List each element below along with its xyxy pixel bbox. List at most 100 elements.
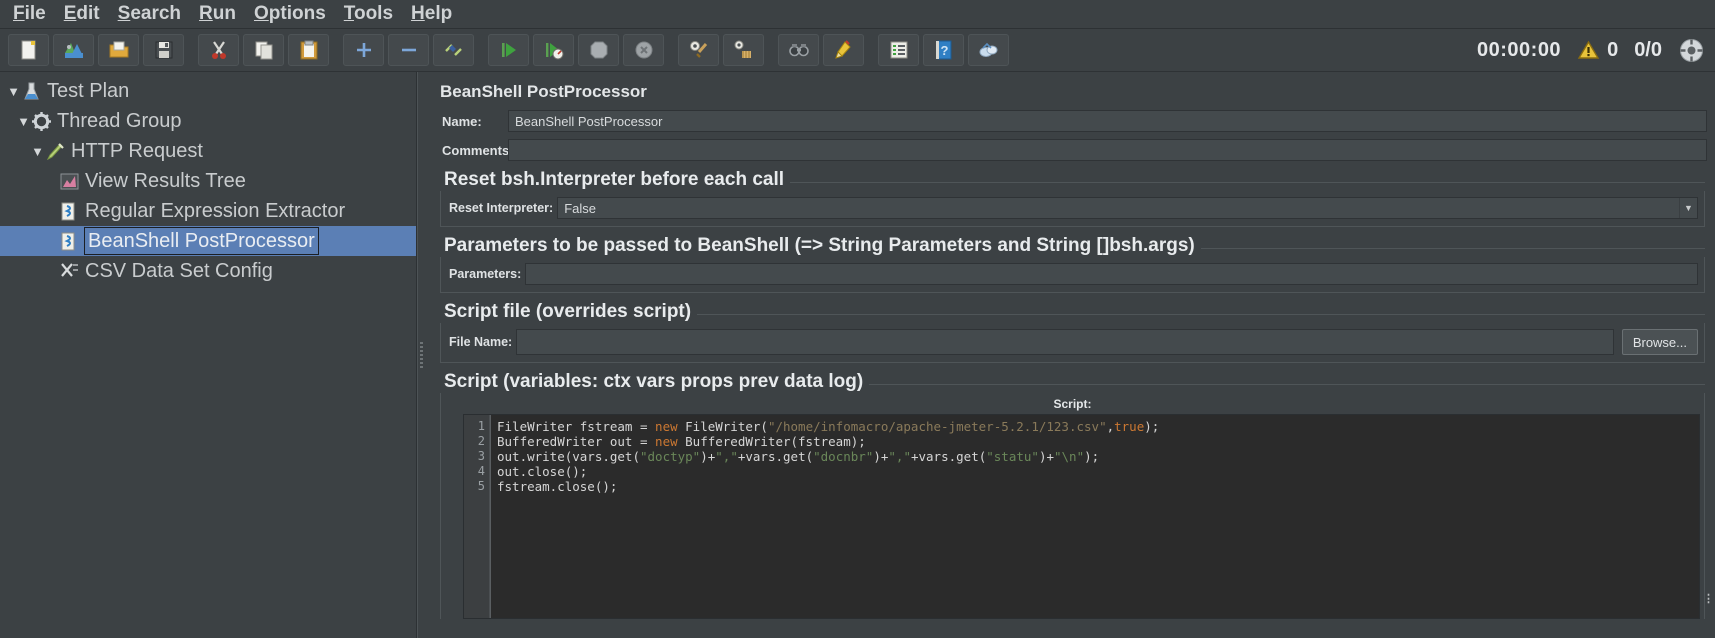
save-button[interactable]	[143, 34, 184, 66]
undo-cloud-button[interactable]	[968, 34, 1009, 66]
tree-item-http-request[interactable]: ▼ HTTP Request	[0, 136, 416, 166]
script-token: )+	[700, 449, 716, 464]
shutdown-button[interactable]	[623, 34, 664, 66]
reset-group-title: Reset bsh.Interpreter before each call	[434, 169, 791, 191]
copy-button[interactable]	[243, 34, 284, 66]
script-code-text[interactable]: FileWriter fstream = new FileWriter("/ho…	[490, 415, 1699, 618]
menu-edit[interactable]: Edit	[55, 0, 109, 28]
toggle-icon	[444, 44, 462, 56]
twisty-icon[interactable]: ▼	[16, 114, 31, 129]
function-helper-icon	[890, 41, 907, 59]
line-number: 1	[477, 419, 485, 433]
tree-item-label: View Results Tree	[85, 170, 246, 192]
toolbar: ? 00:00:00 0 0/0	[0, 29, 1715, 72]
parameters-input[interactable]	[525, 263, 1698, 285]
collapse-all-button[interactable]	[388, 34, 429, 66]
csv-data-set-icon	[61, 262, 78, 277]
tree-item-thread-group[interactable]: ▼ Thread Group	[0, 106, 416, 136]
reset-search-icon	[834, 40, 851, 59]
parameters-row: Parameters:	[443, 263, 1698, 285]
remote-status-icon[interactable]	[1678, 37, 1705, 64]
help-button[interactable]: ?	[923, 34, 964, 66]
script-line: FileWriter fstream = new FileWriter("/ho…	[497, 419, 1699, 434]
splitter-grip[interactable]	[420, 342, 423, 368]
line-number-gutter: 1 2 3 4 5	[464, 415, 490, 618]
menu-options[interactable]: Options	[245, 0, 335, 28]
beanshell-config-panel: BeanShell PostProcessor Name: BeanShell …	[426, 72, 1715, 638]
menu-search[interactable]: Search	[109, 0, 190, 28]
svg-text:?: ?	[940, 43, 948, 58]
script-line: out.close();	[497, 464, 1699, 479]
script-token: fstream.close();	[497, 479, 618, 494]
twisty-icon[interactable]: ▼	[30, 144, 45, 159]
menu-tools[interactable]: Tools	[335, 0, 402, 28]
warning-indicator[interactable]: 0	[1577, 39, 1618, 62]
script-token: ","	[715, 449, 738, 464]
stop-button[interactable]	[578, 34, 619, 66]
script-file-group: Script file (overrides script) File Name…	[434, 301, 1707, 363]
script-token: BufferedWriter(fstream);	[677, 434, 866, 449]
clear-button[interactable]	[678, 34, 719, 66]
line-number: 5	[477, 479, 485, 493]
menu-bar: File Edit Search Run Options Tools Help	[0, 0, 1715, 29]
script-token: "/home/infomacro/apache-jmeter-5.2.1/123…	[767, 419, 1107, 434]
script-token: ,	[1106, 419, 1115, 434]
save-icon	[155, 41, 172, 59]
tree-item-label: HTTP Request	[71, 140, 203, 162]
cut-button[interactable]	[198, 34, 239, 66]
script-token: )+	[1038, 449, 1054, 464]
script-token: "doctyp"	[640, 449, 701, 464]
menu-run[interactable]: Run	[190, 0, 245, 28]
script-token: out.write(vars.get(	[497, 449, 640, 464]
script-token: )+	[873, 449, 889, 464]
name-label: Name:	[442, 113, 482, 129]
script-token: ","	[888, 449, 911, 464]
twisty-icon[interactable]: ▼	[6, 84, 21, 99]
function-helper-button[interactable]	[878, 34, 919, 66]
new-test-plan-icon	[21, 40, 35, 60]
file-name-input[interactable]	[516, 329, 1614, 355]
tree-item-test-plan[interactable]: ▼ Test Plan	[0, 76, 416, 106]
tree-item-csv-data-set-config[interactable]: CSV Data Set Config	[0, 256, 416, 286]
tree-item-label: CSV Data Set Config	[85, 260, 273, 282]
comments-input[interactable]	[508, 139, 1707, 161]
menu-file[interactable]: File	[4, 0, 55, 28]
start-no-pauses-button[interactable]	[533, 34, 574, 66]
script-token: +vars.get(	[737, 449, 814, 464]
open-button[interactable]	[98, 34, 139, 66]
editor-edge-marker: ⋮	[1703, 593, 1714, 605]
paste-button[interactable]	[288, 34, 329, 66]
tree-item-regex-extractor[interactable]: Regular Expression Extractor	[0, 196, 416, 226]
expand-all-button[interactable]	[343, 34, 384, 66]
elapsed-time: 00:00:00	[1477, 39, 1562, 61]
script-editor[interactable]: 1 2 3 4 5 FileWriter fstream = new FileW…	[463, 414, 1700, 619]
new-test-plan-button[interactable]	[8, 34, 49, 66]
clear-all-button[interactable]	[723, 34, 764, 66]
script-token: new	[655, 419, 678, 434]
copy-icon	[255, 41, 272, 60]
cut-icon	[211, 41, 226, 59]
toggle-button[interactable]	[433, 34, 474, 66]
reset-interpreter-row: Reset Interpreter: False ▼	[443, 197, 1698, 219]
test-plan-tree[interactable]: ▼ Test Plan ▼ Thread Group ▼ HTTP Reques…	[0, 72, 417, 638]
name-input[interactable]: BeanShell PostProcessor	[508, 110, 1707, 132]
panel-splitter[interactable]	[417, 72, 426, 638]
tree-item-beanshell-postprocessor[interactable]: BeanShell PostProcessor	[0, 226, 416, 256]
templates-button[interactable]	[53, 34, 94, 66]
reset-search-button[interactable]	[823, 34, 864, 66]
search-button[interactable]	[778, 34, 819, 66]
start-no-pauses-icon	[545, 43, 563, 60]
script-line: out.write(vars.get("doctyp")+","+vars.ge…	[497, 449, 1699, 464]
chevron-down-icon[interactable]: ▼	[1679, 198, 1697, 218]
thread-group-icon	[32, 111, 51, 131]
menu-help[interactable]: Help	[402, 0, 461, 28]
clear-icon	[689, 41, 707, 58]
reset-interpreter-select[interactable]: False ▼	[557, 197, 1698, 219]
browse-button[interactable]: Browse...	[1621, 329, 1698, 355]
script-token: out.close();	[497, 464, 588, 479]
start-button[interactable]	[488, 34, 529, 66]
reset-interpreter-label: Reset Interpreter:	[449, 201, 554, 215]
file-name-label: File Name:	[449, 335, 513, 349]
tree-item-view-results-tree[interactable]: View Results Tree	[0, 166, 416, 196]
reset-group-body: Reset Interpreter: False ▼	[440, 191, 1705, 227]
